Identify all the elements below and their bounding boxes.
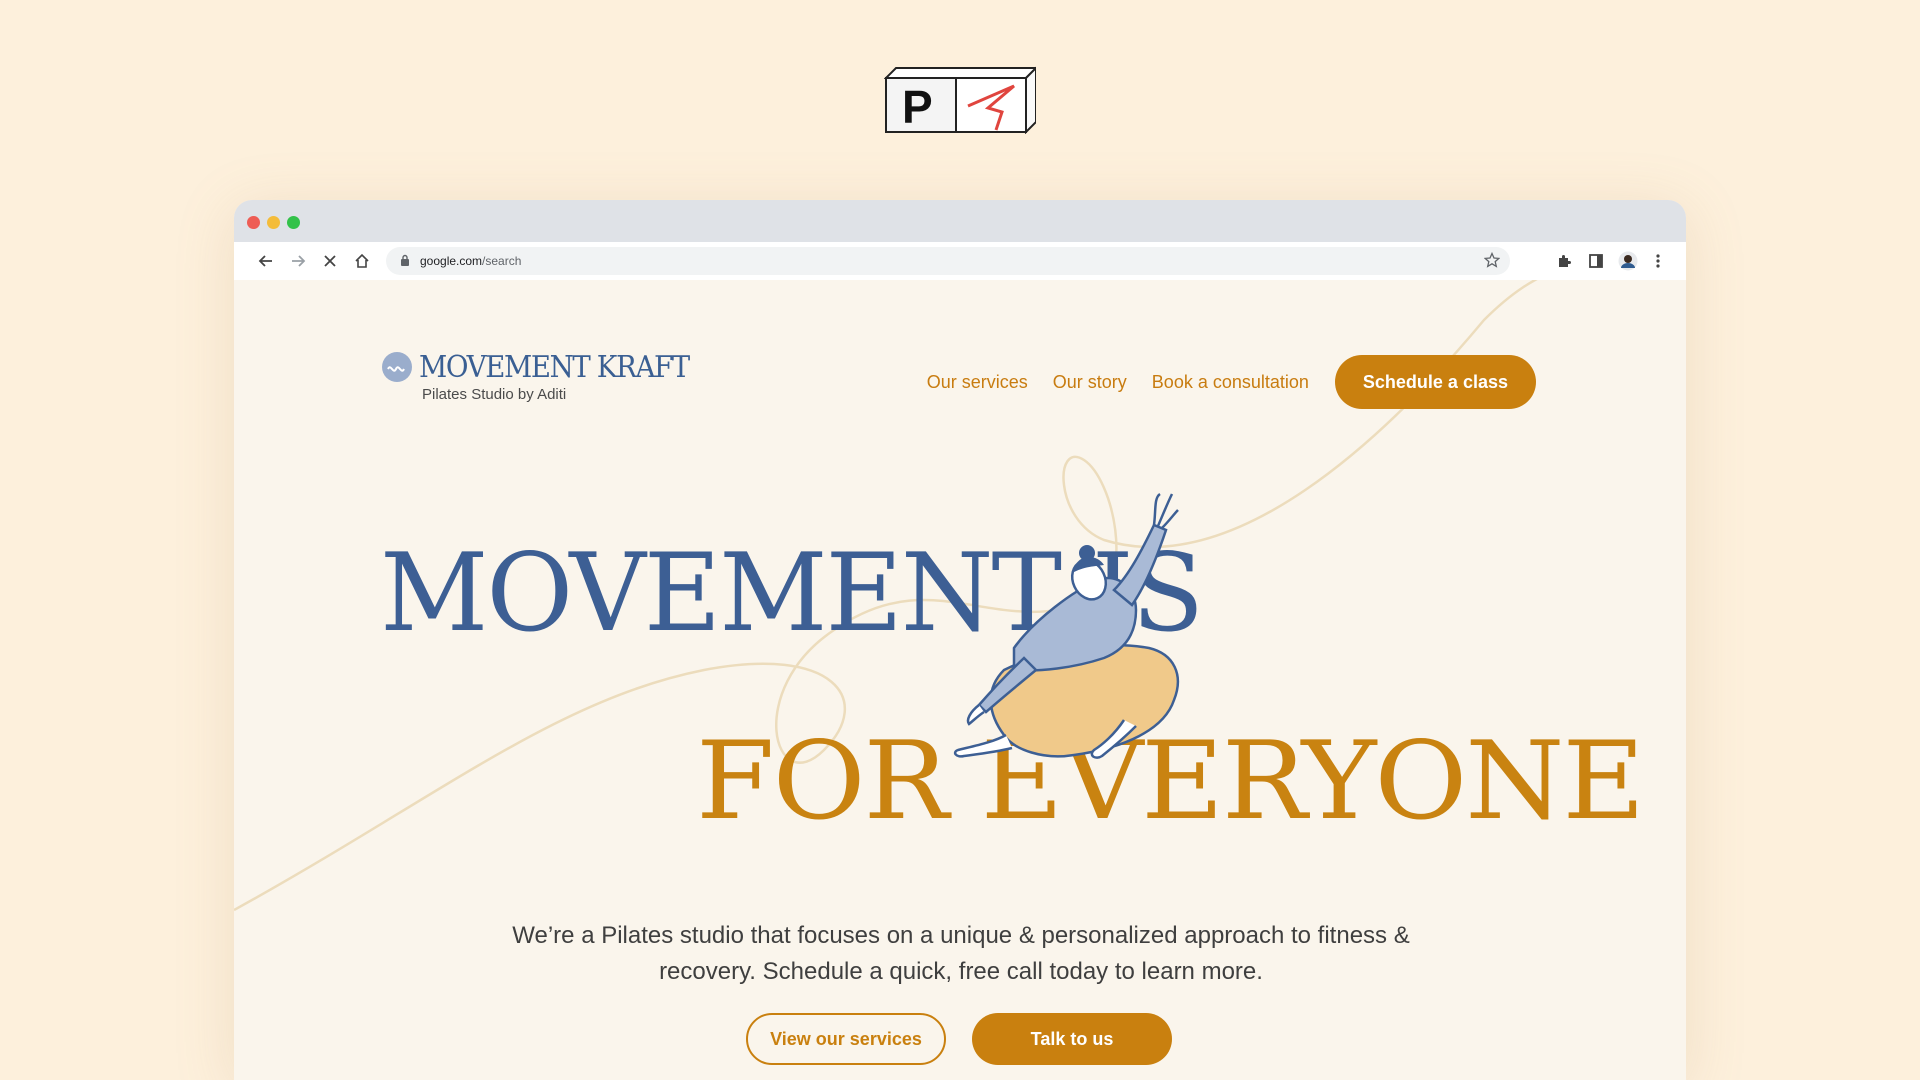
view-services-button[interactable]: View our services: [746, 1013, 946, 1065]
side-panel-icon[interactable]: [1584, 249, 1608, 273]
extensions-puzzle-icon[interactable]: [1552, 249, 1576, 273]
nav-our-services[interactable]: Our services: [927, 372, 1028, 393]
brand-name: MOVEMENT KRAFT: [419, 350, 690, 385]
main-nav: Our services Our story Book a consultati…: [902, 355, 1536, 409]
forward-arrow-icon[interactable]: [286, 249, 310, 273]
top-logo: P: [883, 65, 1039, 135]
stop-loading-icon[interactable]: [318, 249, 342, 273]
logo-letter: P: [902, 81, 933, 133]
talk-to-us-button[interactable]: Talk to us: [972, 1013, 1172, 1065]
close-window-button[interactable]: [247, 216, 260, 229]
browser-toolbar: google.com/search: [234, 242, 1686, 281]
address-url: google.com/search: [420, 247, 521, 275]
profile-avatar-icon[interactable]: [1616, 249, 1640, 273]
brand-tagline: Pilates Studio by Aditi: [422, 386, 567, 403]
maximize-window-button[interactable]: [287, 216, 300, 229]
minimize-window-button[interactable]: [267, 216, 280, 229]
lock-icon: [400, 254, 410, 272]
brand-mark-icon: [382, 352, 412, 382]
hero-description: We’re a Pilates studio that focuses on a…: [512, 922, 1410, 985]
address-bar[interactable]: google.com/search: [386, 247, 1510, 275]
address-path: /search: [482, 254, 522, 268]
browser-window: google.com/search MOVEMENT KRAFT Pilates…: [234, 200, 1686, 1080]
menu-kebab-icon[interactable]: [1646, 249, 1670, 273]
web-page: MOVEMENT KRAFT Pilates Studio by Aditi O…: [234, 280, 1686, 1080]
schedule-class-button[interactable]: Schedule a class: [1334, 355, 1536, 409]
browser-titlebar: [234, 200, 1686, 242]
dancer-illustration: [953, 492, 1180, 759]
bookmark-star-icon[interactable]: [1483, 251, 1501, 273]
home-icon[interactable]: [350, 249, 374, 273]
nav-our-story[interactable]: Our story: [1053, 372, 1127, 393]
nav-book-consultation[interactable]: Book a consultation: [1152, 372, 1309, 393]
back-arrow-icon[interactable]: [254, 249, 278, 273]
address-host: google.com: [420, 254, 483, 268]
